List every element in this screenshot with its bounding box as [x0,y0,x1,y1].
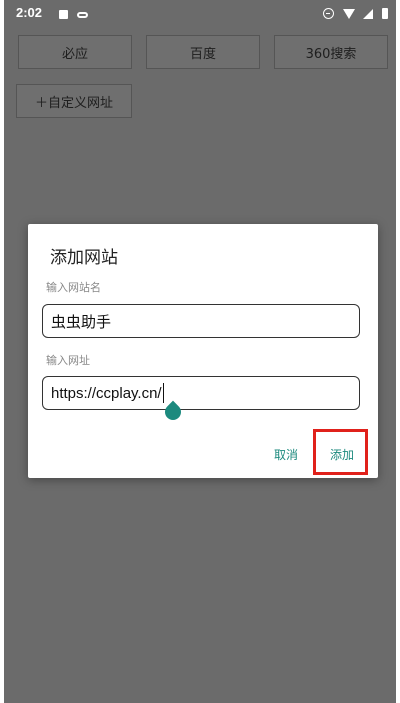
cloud-icon [76,11,88,18]
add-site-dialog: 添加网站 输入网站名 虫虫助手 输入网址 https://ccplay.cn/ … [28,224,378,478]
cancel-button[interactable]: 取消 [274,446,298,463]
screen: 2:02 必应 百度 360搜索 ＋自定义网址 添加网站 输入网站名 虫虫助手 … [4,0,396,703]
site-name-input[interactable]: 虫虫助手 [42,304,360,338]
text-cursor [162,383,164,403]
site-url-input[interactable]: https://ccplay.cn/ [42,376,360,410]
status-right-icons [318,5,388,20]
dialog-title: 添加网站 [50,248,118,268]
custom-url-button[interactable]: ＋自定义网址 [16,84,132,118]
status-bar: 2:02 [4,0,396,26]
notification-icon [59,10,68,20]
engine-button-bing[interactable]: 必应 [18,35,132,69]
site-url-value: https://ccplay.cn/ [51,384,162,402]
signal-icon [363,8,374,19]
status-time: 2:02 [16,5,43,20]
wifi-icon [342,8,355,19]
status-left-icons [54,6,88,21]
site-name-value: 虫虫助手 [51,313,112,331]
battery-icon [382,8,388,20]
site-name-label: 输入网站名 [46,281,101,294]
engine-button-360[interactable]: 360搜索 [274,35,388,69]
site-url-label: 输入网址 [46,354,90,367]
do-not-disturb-icon [323,8,335,20]
engine-button-baidu[interactable]: 百度 [146,35,260,69]
highlight-annotation [313,429,368,475]
